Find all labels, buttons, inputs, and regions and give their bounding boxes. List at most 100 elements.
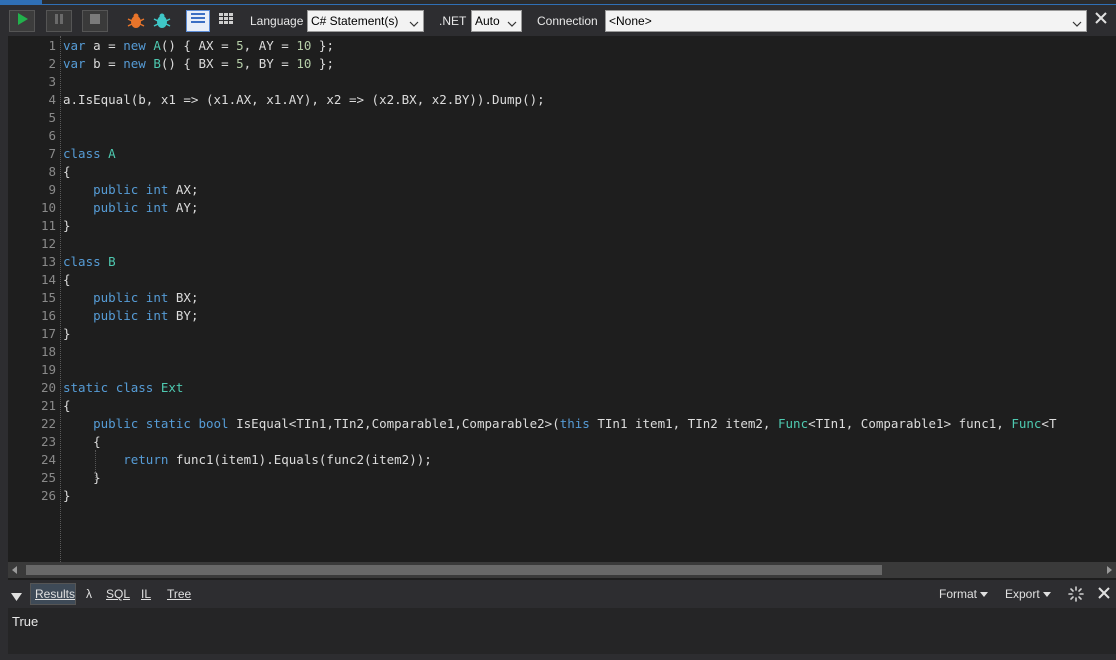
- pause-button[interactable]: [46, 10, 72, 32]
- code-token: AY;: [168, 200, 199, 215]
- language-select[interactable]: C# Statement(s): [307, 10, 424, 32]
- dotnet-label: .NET: [439, 14, 467, 28]
- tab-tree[interactable]: Tree: [167, 587, 191, 601]
- code-token: static: [145, 416, 191, 431]
- dotnet-version-select[interactable]: Auto: [471, 10, 522, 32]
- line-number: 18: [40, 344, 56, 359]
- code-token: public: [93, 290, 139, 305]
- collapse-results-button[interactable]: [11, 589, 22, 607]
- tab-lambda[interactable]: λ: [86, 587, 92, 601]
- code-token: func1(item1).Equals(func2(item2));: [168, 452, 432, 467]
- code-line-16: public int BY;: [63, 307, 198, 325]
- code-token: static: [63, 380, 109, 395]
- code-token: Func: [1011, 416, 1042, 431]
- code-token: AX;: [168, 182, 199, 197]
- results-output-value: True: [12, 614, 39, 629]
- left-panel-border: [0, 36, 8, 654]
- code-editor[interactable]: 1 2 3 4 5 6 7 8 9 10 11 12 13 14 15 16 1…: [8, 36, 1116, 562]
- bug-icon[interactable]: [125, 10, 147, 32]
- scroll-right-arrow-icon[interactable]: [1107, 566, 1112, 574]
- code-line-10: public int AY;: [63, 199, 198, 217]
- scrollbar-thumb[interactable]: [26, 565, 882, 575]
- code-token: };: [311, 56, 334, 71]
- play-icon: [15, 12, 29, 31]
- line-number: 26: [40, 488, 56, 503]
- stop-icon: [88, 12, 102, 31]
- code-token: TIn1 item1, TIn2 item2,: [589, 416, 778, 431]
- stop-button[interactable]: [82, 10, 108, 32]
- results-toolbar: Results λ SQL IL Tree Format Export: [0, 580, 1116, 608]
- editor-horizontal-scrollbar[interactable]: [8, 562, 1116, 578]
- scroll-left-arrow-icon[interactable]: [12, 566, 17, 574]
- code-token: var: [63, 38, 86, 53]
- code-token: int: [145, 200, 169, 215]
- line-number: 4: [48, 92, 56, 107]
- tab-sql[interactable]: SQL: [106, 587, 130, 601]
- line-number: 22: [40, 416, 56, 431]
- code-token: A: [108, 146, 116, 161]
- code-token: A: [153, 38, 161, 53]
- code-token: , BY =: [243, 56, 297, 71]
- rich-text-grid-icon: [190, 12, 206, 31]
- debugger-bug-icon[interactable]: [151, 10, 173, 32]
- dropdown-arrow-icon: [1043, 592, 1052, 597]
- code-token: bool: [198, 416, 229, 431]
- line-number: 25: [40, 470, 56, 485]
- chevron-down-icon: [1072, 15, 1082, 27]
- pause-icon: [52, 12, 66, 31]
- tab-il[interactable]: IL: [141, 587, 151, 601]
- code-token: BY;: [168, 308, 199, 323]
- code-token: public: [93, 182, 139, 197]
- connection-select[interactable]: <None>: [605, 10, 1087, 32]
- line-number: 20: [40, 380, 56, 395]
- close-results-button[interactable]: [1097, 586, 1111, 605]
- code-line-7: class A: [63, 145, 116, 163]
- code-token: public: [93, 416, 139, 431]
- code-line-22: public static bool IsEqual<TIn1,TIn2,Com…: [63, 415, 1056, 433]
- code-line-17: }: [63, 326, 71, 341]
- close-icon: [1098, 587, 1110, 599]
- line-number: 19: [40, 362, 56, 377]
- export-menu[interactable]: Export: [1005, 587, 1052, 601]
- code-line-14: {: [63, 272, 71, 287]
- code-token: class: [63, 254, 101, 269]
- rich-text-results-button[interactable]: [186, 10, 210, 32]
- line-number: 10: [40, 200, 56, 215]
- line-number-gutter: 1 2 3 4 5 6 7 8 9 10 11 12 13 14 15 16 1…: [8, 36, 60, 562]
- close-icon: [1094, 11, 1108, 30]
- line-number: 17: [40, 326, 56, 341]
- spinner-icon: [1068, 586, 1084, 602]
- code-token: B: [153, 56, 161, 71]
- line-number: 13: [40, 254, 56, 269]
- code-line-13: class B: [63, 253, 116, 271]
- query-toolbar: Language C# Statement(s) .NET Auto Conne…: [0, 5, 1116, 36]
- code-line-24: return func1(item1).Equals(func2(item2))…: [63, 451, 432, 469]
- run-button[interactable]: [9, 10, 35, 32]
- code-token: BX;: [168, 290, 199, 305]
- line-number: 23: [40, 434, 56, 449]
- code-token: B: [108, 254, 116, 269]
- code-line-23: {: [63, 434, 101, 449]
- code-token: Ext: [160, 380, 184, 395]
- data-grid-results-button[interactable]: [215, 10, 237, 32]
- line-number: 5: [48, 110, 56, 125]
- line-number: 14: [40, 272, 56, 287]
- bottom-border: [0, 654, 1116, 660]
- tab-results[interactable]: Results: [35, 587, 75, 601]
- loading-spinner-button[interactable]: [1068, 586, 1084, 607]
- code-token: 5: [236, 56, 244, 71]
- close-query-button[interactable]: [1092, 11, 1110, 29]
- line-number: 6: [48, 128, 56, 143]
- code-line-1: var a = new A() { AX = 5, AY = 10 };: [63, 37, 334, 55]
- format-menu[interactable]: Format: [939, 587, 989, 601]
- language-label: Language: [250, 14, 304, 28]
- code-token: int: [145, 182, 169, 197]
- code-token: class: [115, 380, 154, 395]
